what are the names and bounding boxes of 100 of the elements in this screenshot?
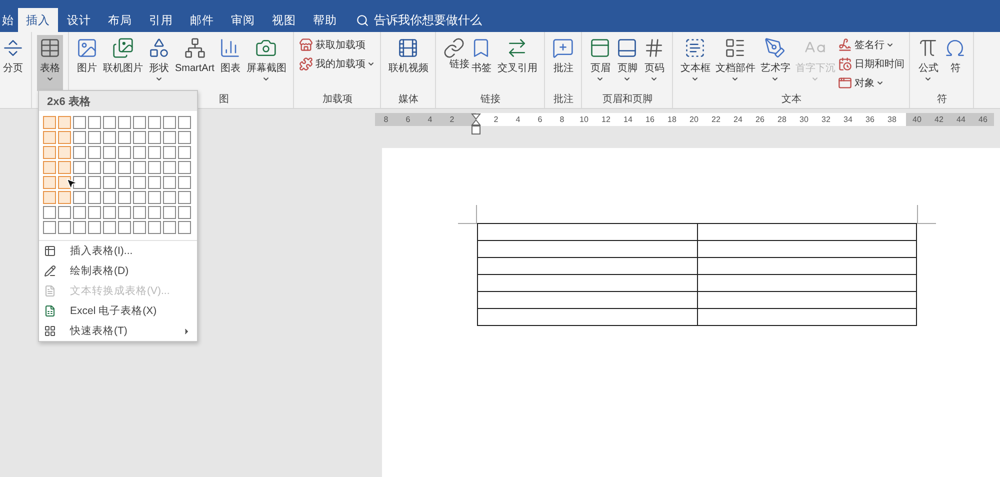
ribbon-button[interactable]: 分页 [0, 35, 26, 91]
grid-cell[interactable] [43, 206, 56, 219]
grid-cell[interactable] [43, 116, 56, 129]
tell-me-field[interactable]: 告诉我你想要做什么 [374, 12, 482, 28]
grid-cell[interactable] [163, 206, 176, 219]
ribbon-tab[interactable]: 布局 [100, 8, 140, 32]
grid-cell[interactable] [58, 131, 71, 144]
grid-cell[interactable] [148, 131, 161, 144]
grid-cell[interactable] [133, 221, 146, 234]
ribbon-button[interactable]: SmartArt [173, 35, 216, 91]
grid-cell[interactable] [43, 131, 56, 144]
grid-cell[interactable] [58, 116, 71, 129]
grid-cell[interactable] [133, 116, 146, 129]
grid-cell[interactable] [88, 161, 101, 174]
grid-cell[interactable] [103, 131, 116, 144]
grid-cell[interactable] [58, 221, 71, 234]
grid-cell[interactable] [88, 116, 101, 129]
grid-cell[interactable] [133, 131, 146, 144]
grid-cell[interactable] [163, 116, 176, 129]
ribbon-button[interactable]: 日期和时间 [838, 56, 904, 71]
grid-cell[interactable] [88, 221, 101, 234]
ribbon-button[interactable]: 文档部件 [713, 35, 758, 91]
ribbon-button[interactable]: 批注 [550, 35, 576, 91]
ribbon-button[interactable]: 联机图片 [101, 35, 145, 91]
ribbon-button[interactable]: 我的加载项 [299, 56, 376, 71]
grid-cell[interactable] [103, 161, 116, 174]
ribbon-button[interactable]: 图表 [217, 35, 244, 91]
grid-cell[interactable] [73, 176, 86, 189]
menu-item[interactable]: 快速表格(T) [39, 321, 197, 341]
grid-cell[interactable] [58, 206, 71, 219]
ribbon-button[interactable]: 交叉引用 [495, 35, 540, 91]
grid-cell[interactable] [118, 116, 131, 129]
grid-cell[interactable] [133, 146, 146, 159]
ribbon-tab[interactable]: 设计 [59, 8, 99, 32]
menu-item[interactable]: 绘制表格(D) [39, 261, 197, 281]
grid-cell[interactable] [43, 161, 56, 174]
grid-cell[interactable] [103, 221, 116, 234]
grid-cell[interactable] [178, 191, 191, 204]
grid-cell[interactable] [148, 176, 161, 189]
grid-cell[interactable] [58, 146, 71, 159]
grid-cell[interactable] [118, 161, 131, 174]
grid-cell[interactable] [178, 206, 191, 219]
grid-cell[interactable] [148, 116, 161, 129]
grid-cell[interactable] [118, 176, 131, 189]
grid-cell[interactable] [133, 206, 146, 219]
grid-cell[interactable] [43, 191, 56, 204]
grid-cell[interactable] [73, 116, 86, 129]
menu-item[interactable]: Excel 电子表格(X) [39, 301, 197, 321]
grid-cell[interactable] [88, 146, 101, 159]
grid-cell[interactable] [133, 176, 146, 189]
ribbon-button[interactable]: 页脚 [614, 35, 640, 91]
grid-cell[interactable] [73, 191, 86, 204]
ribbon-button[interactable]: 公式 [915, 35, 942, 91]
ribbon-button[interactable]: 形状 [146, 35, 172, 91]
ribbon-tab[interactable]: 引用 [141, 8, 181, 32]
grid-cell[interactable] [73, 221, 86, 234]
grid-cell[interactable] [178, 116, 191, 129]
grid-cell[interactable] [43, 146, 56, 159]
grid-cell[interactable] [58, 191, 71, 204]
grid-cell[interactable] [178, 221, 191, 234]
grid-cell[interactable] [118, 221, 131, 234]
grid-cell[interactable] [148, 191, 161, 204]
grid-cell[interactable] [133, 161, 146, 174]
grid-cell[interactable] [163, 131, 176, 144]
grid-cell[interactable] [148, 221, 161, 234]
grid-cell[interactable] [103, 206, 116, 219]
ribbon-button[interactable]: 文本框 [678, 35, 712, 91]
grid-cell[interactable] [178, 131, 191, 144]
ribbon-button[interactable]: 艺术字 [758, 35, 792, 91]
ribbon-tab[interactable]: 审阅 [223, 8, 263, 32]
grid-cell[interactable] [118, 146, 131, 159]
ribbon-button[interactable]: 链接 [441, 35, 468, 91]
grid-cell[interactable] [58, 161, 71, 174]
indent-marker[interactable] [471, 113, 481, 135]
ribbon-button[interactable]: 屏幕截图 [244, 35, 288, 91]
ribbon-button[interactable]: 对象 [838, 75, 904, 90]
grid-cell[interactable] [148, 206, 161, 219]
grid-cell[interactable] [43, 221, 56, 234]
grid-cell[interactable] [163, 191, 176, 204]
grid-cell[interactable] [148, 161, 161, 174]
ribbon-button[interactable]: 图片 [74, 35, 100, 91]
ribbon-tab[interactable]: 帮助 [305, 8, 345, 32]
grid-cell[interactable] [103, 191, 116, 204]
ribbon-button[interactable]: 书签 [468, 35, 494, 91]
ribbon-button[interactable]: 符 [942, 35, 968, 91]
grid-cell[interactable] [88, 131, 101, 144]
grid-cell[interactable] [163, 146, 176, 159]
grid-cell[interactable] [73, 206, 86, 219]
grid-cell[interactable] [88, 206, 101, 219]
grid-cell[interactable] [148, 146, 161, 159]
grid-cell[interactable] [43, 176, 56, 189]
grid-cell[interactable] [178, 161, 191, 174]
grid-cell[interactable] [73, 131, 86, 144]
menu-item[interactable]: 插入表格(I)... [39, 241, 197, 261]
grid-cell[interactable] [178, 176, 191, 189]
grid-cell[interactable] [103, 176, 116, 189]
ribbon-tab[interactable]: 始 [0, 8, 16, 32]
ribbon-button[interactable]: 获取加载项 [299, 37, 376, 52]
grid-cell[interactable] [163, 176, 176, 189]
ribbon-button[interactable]: 联机视频 [386, 35, 430, 91]
